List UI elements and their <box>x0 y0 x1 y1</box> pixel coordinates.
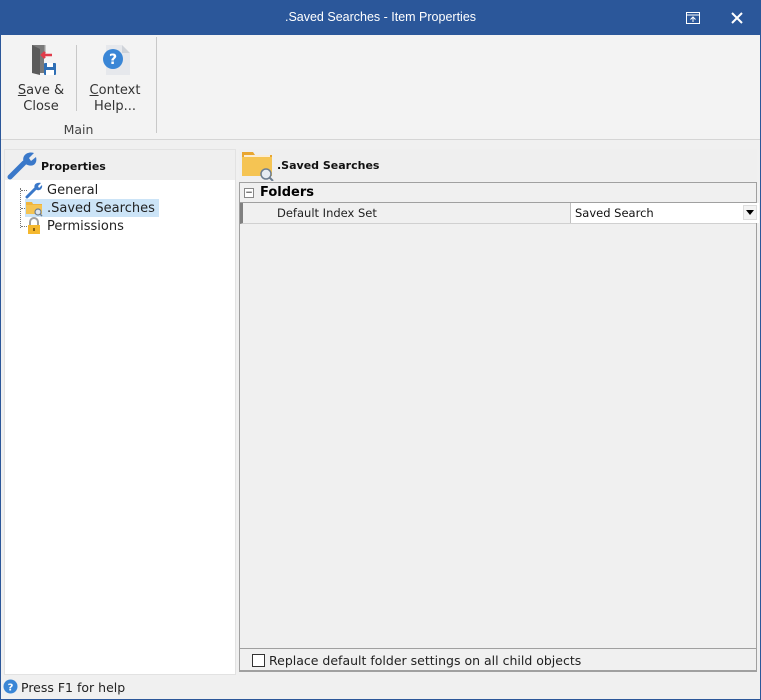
window-title: .Saved Searches - Item Properties <box>284 10 477 24</box>
ribbon-separator <box>76 45 77 111</box>
properties-header: Properties <box>5 150 235 180</box>
folder-search-icon <box>26 202 43 217</box>
property-grid-panel: .Saved Searches − Folders Default Index … <box>239 149 759 673</box>
chevron-down-icon <box>746 210 754 215</box>
status-text: Press F1 for help <box>21 680 126 695</box>
help-icon: ? <box>3 679 18 694</box>
svg-text:?: ? <box>8 683 14 694</box>
folder-search-icon <box>242 152 274 181</box>
properties-tree-panel: Properties General .Saved Searches Permi… <box>4 149 236 675</box>
property-name: Default Index Set <box>277 206 377 220</box>
svg-text:?: ? <box>109 52 117 68</box>
tree-item-saved-searches[interactable]: .Saved Searches <box>25 199 159 217</box>
save-close-icon <box>32 45 56 75</box>
default-index-set-dropdown[interactable]: Saved Search <box>570 203 759 223</box>
ribbon: Save & Close ? Context Help... Main <box>1 35 760 140</box>
dropdown-value: Saved Search <box>575 206 654 220</box>
property-page-title: .Saved Searches <box>277 159 380 172</box>
properties-header-title: Properties <box>41 160 106 173</box>
save-close-button[interactable]: Save & Close <box>15 43 67 123</box>
dropdown-button[interactable] <box>743 205 757 220</box>
restore-window-button[interactable] <box>670 0 716 35</box>
dialog-body: Save & Close ? Context Help... Main Proper… <box>1 35 760 699</box>
replace-default-settings-checkbox[interactable] <box>252 654 265 667</box>
save-close-label: Save & Close <box>17 83 65 114</box>
properties-tree: General .Saved Searches Permissions <box>5 180 235 240</box>
property-row-default-index-set[interactable]: Default Index Set Saved Search <box>240 203 759 224</box>
lock-icon <box>28 217 40 234</box>
tree-item-label: .Saved Searches <box>47 200 155 216</box>
tree-item-label: General <box>47 182 99 198</box>
close-window-button[interactable] <box>714 0 760 35</box>
tree-item-permissions[interactable]: Permissions <box>25 217 128 235</box>
tree-item-general[interactable]: General <box>25 181 102 199</box>
title-bar: .Saved Searches - Item Properties <box>0 0 761 35</box>
property-page-header: .Saved Searches <box>239 149 757 181</box>
collapse-toggle[interactable]: − <box>244 188 254 198</box>
category-label: Folders <box>260 185 315 200</box>
checkbox-label[interactable]: Replace default folder settings on all c… <box>269 653 581 668</box>
context-help-button[interactable]: ? Context Help... <box>85 43 145 123</box>
tree-item-label: Permissions <box>47 218 124 234</box>
property-grid: − Folders Default Index Set Saved Search <box>239 182 759 672</box>
replace-settings-bar: Replace default folder settings on all c… <box>239 648 757 671</box>
wrench-icon <box>7 152 37 180</box>
close-icon <box>731 11 743 24</box>
context-help-icon: ? <box>103 45 130 75</box>
context-help-label: Context Help... <box>89 83 141 114</box>
ribbon-group-separator <box>156 37 157 133</box>
ribbon-group-label: Main <box>63 122 94 137</box>
status-bar: ? Press F1 for help <box>1 676 760 698</box>
restore-window-icon <box>686 11 700 24</box>
category-folders[interactable]: − Folders <box>240 183 756 203</box>
wrench-icon <box>25 182 43 199</box>
